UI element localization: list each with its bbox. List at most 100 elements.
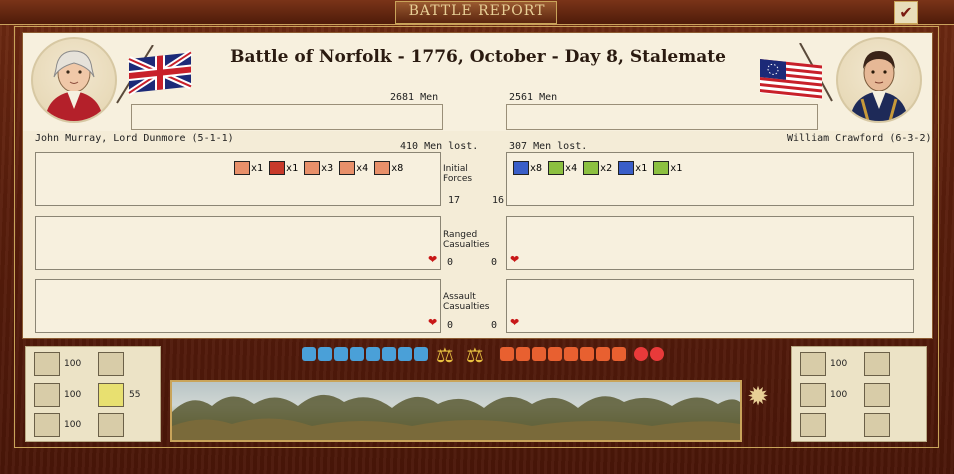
ranged-casualties-label: Ranged Casualties [443,230,490,250]
tactic-icon[interactable] [414,347,428,361]
initial-forces-label: Initial Forces [443,164,473,184]
militia-unit-icon [583,161,600,175]
right-supply-value: 100 [830,359,848,369]
right-stats-box: 100 100 [791,346,927,442]
unit-count: x8 [530,162,543,174]
tactic-icon[interactable] [516,347,530,361]
infantry-unit-icon [513,161,529,175]
right-men-lost: 307 Men lost. [509,141,588,152]
tactic-icon[interactable] [398,347,412,361]
left-ranged-value: 0 [447,257,454,268]
tactic-icon[interactable] [564,347,578,361]
ammo-icon [800,383,826,407]
unit-chip: x4 [548,161,577,175]
checkmark-icon: ✔ [899,3,913,22]
tactics-bar: ⚖ ⚖ [300,343,730,367]
left-assault-panel: ❤ [35,279,441,333]
battle-main-panel: Battle of Norfolk - 1776, October - Day … [22,32,933,339]
militia-unit-icon [304,161,321,175]
tactic-icon[interactable] [302,347,316,361]
supply-icon [800,352,826,376]
right-commander-name: William Crawford (6-3-2) [787,133,932,144]
tactic-icon[interactable] [548,347,562,361]
balance-scale-icon: ⚖ [436,343,454,367]
left-commander-name: John Murray, Lord Dunmore (5-1-1) [35,133,234,144]
artillery-unit-icon [269,161,286,175]
left-men-lost: 410 Men lost. [400,141,479,152]
terrain-view [170,380,742,442]
unit-count: x1 [251,162,264,174]
unit-count: x2 [600,162,613,174]
heart-icon: ❤ [510,253,520,266]
soldier-icon [98,352,124,376]
tactic-icon[interactable] [382,347,396,361]
heart-icon: ❤ [510,316,520,329]
right-ranged-value: 0 [491,257,498,268]
balance-scale-icon: ⚖ [466,343,484,367]
right-unit-list: x8 x4 x2 x1 x1 [513,161,688,175]
unit-chip: x4 [339,161,368,175]
soldier-icon [864,352,890,376]
left-fort-value: 100 [64,420,82,430]
unit-chip: x1 [234,161,263,175]
right-ammo-value: 100 [830,390,848,400]
unit-count: x1 [286,162,299,174]
british-commander-portrait [31,37,117,123]
troops-icon [98,413,124,437]
militia-unit-icon [548,161,565,175]
unit-chip: x1 [618,161,647,175]
militia-unit-icon [339,161,356,175]
unit-chip: x8 [374,161,403,175]
fort-icon [800,413,826,437]
unit-chip: x8 [513,161,542,175]
right-forces-panel: x8 x4 x2 x1 x1 [506,152,914,206]
left-unit-list: x1 x1 x3 x4 x8 [234,161,409,175]
tactic-icon[interactable] [366,347,380,361]
unit-count: x3 [321,162,334,174]
tactic-icon[interactable] [500,347,514,361]
tactic-icon[interactable] [580,347,594,361]
cavalry-unit-icon [234,161,250,175]
tactic-icon[interactable] [350,347,364,361]
right-forces-count: 16 [492,195,505,206]
unit-count: x4 [565,162,578,174]
unit-chip: x1 [653,161,682,175]
movement-icon [864,383,890,407]
ok-button[interactable]: ✔ [894,1,918,24]
unit-count: x8 [391,162,404,174]
tactic-icon[interactable] [596,347,610,361]
unit-count: x1 [635,162,648,174]
right-men-count: 2561 Men [509,92,558,103]
unit-chip: x2 [583,161,612,175]
american-commander-portrait [836,37,922,123]
unit-count: x4 [356,162,369,174]
left-men-count: 2681 Men [390,92,439,103]
tactic-icon[interactable] [334,347,348,361]
title-bar: BATTLE REPORT ✔ [0,0,954,25]
unit-count: x1 [670,162,683,174]
left-men-bar [131,104,443,130]
artillery-unit-icon [653,161,670,175]
weather-sun-icon: ✹ [747,382,769,412]
rout-icon[interactable] [650,347,664,361]
window-title: BATTLE REPORT [408,3,546,19]
left-stats-box: 100 100 100 55 [25,346,161,442]
movement-icon [98,383,124,407]
battle-report-window: BATTLE REPORT ✔ Battle of Norfolk - 1776… [0,0,954,474]
militia-unit-icon [374,161,391,175]
infantry-unit-icon [618,161,635,175]
right-assault-value: 0 [491,320,498,331]
right-ranged-panel: ❤ [506,216,914,270]
battle-title: Battle of Norfolk - 1776, October - Day … [230,47,726,67]
left-ranged-panel: ❤ [35,216,441,270]
tactic-icon[interactable] [612,347,626,361]
tactic-icon[interactable] [532,347,546,361]
right-assault-panel: ❤ [506,279,914,333]
left-supply-value: 100 [64,359,82,369]
unit-chip: x3 [304,161,333,175]
tactic-icon[interactable] [318,347,332,361]
retreat-icon[interactable] [634,347,648,361]
left-move-value: 55 [129,390,141,400]
bottom-panel: 100 100 100 55 ⚖ ⚖ ✹ 100 100 [22,343,931,443]
left-forces-count: 17 [448,195,461,206]
